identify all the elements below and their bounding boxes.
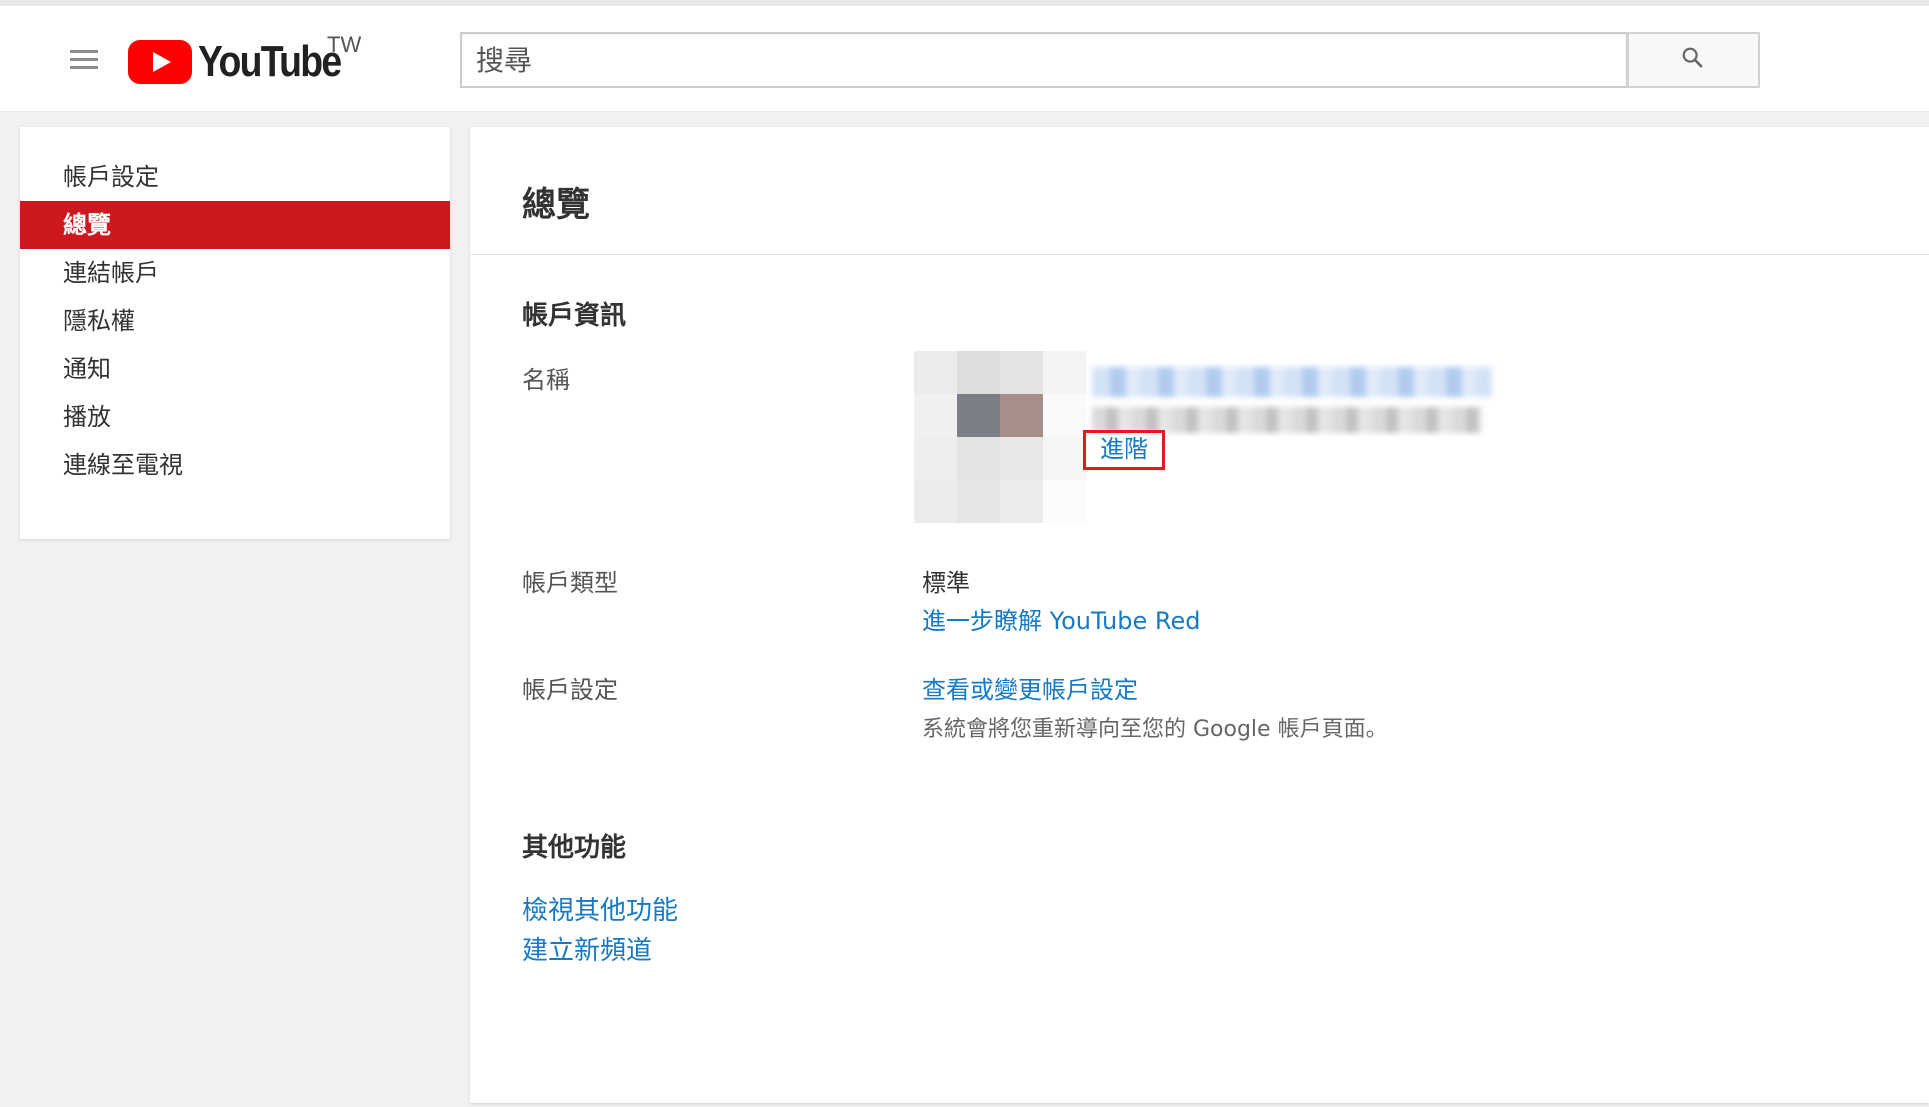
play-logo-icon (128, 40, 192, 84)
sidebar-item-overview[interactable]: 總覽 (20, 201, 450, 249)
name-label: 名稱 (522, 366, 570, 394)
account-name-redacted (1092, 367, 1492, 397)
search-icon (1682, 47, 1703, 68)
account-settings-label: 帳戶設定 (522, 676, 618, 704)
page-title: 總覽 (522, 185, 590, 225)
create-channel-link[interactable]: 建立新頻道 (522, 930, 652, 967)
logo-text: YouTube (198, 37, 342, 86)
sidebar-item-playback[interactable]: 播放 (20, 393, 450, 441)
sidebar-item-account-settings[interactable]: 帳戶設定 (20, 153, 450, 201)
search-button[interactable] (1627, 32, 1760, 88)
account-info-heading: 帳戶資訊 (522, 301, 627, 331)
masthead: YouTube TW (0, 0, 1929, 112)
title-divider (470, 254, 1929, 255)
search-box (460, 32, 1628, 88)
advanced-link[interactable]: 進階 (1100, 435, 1148, 463)
settings-redirect-note: 系統會將您重新導向至您的 Google 帳戶頁面。 (922, 717, 1388, 742)
avatar[interactable] (914, 351, 1086, 523)
menu-icon[interactable] (70, 50, 98, 70)
sidebar-item-connect-tv[interactable]: 連線至電視 (20, 441, 450, 489)
account-type-value: 標準 (922, 569, 970, 597)
settings-sidebar: 帳戶設定 總覽 連結帳戶 隱私權 通知 播放 連線至電視 (20, 127, 450, 539)
sidebar-item-connected-accounts[interactable]: 連結帳戶 (20, 249, 450, 297)
search-input[interactable] (462, 34, 1628, 86)
main-content: 總覽 帳戶資訊 名稱 進階 帳戶類型 標準 進一步瞭解 YouTube Red … (470, 127, 1929, 1103)
account-type-label: 帳戶類型 (522, 569, 618, 597)
sidebar-item-notifications[interactable]: 通知 (20, 345, 450, 393)
youtube-red-link[interactable]: 進一步瞭解 YouTube Red (922, 601, 1200, 636)
view-other-features-link[interactable]: 檢視其他功能 (522, 890, 678, 927)
account-settings-link[interactable]: 查看或變更帳戶設定 (922, 670, 1138, 705)
logo-region: TW (327, 32, 362, 57)
advanced-link-highlight: 進階 (1083, 430, 1165, 470)
sidebar-item-privacy[interactable]: 隱私權 (20, 297, 450, 345)
other-features-heading: 其他功能 (522, 833, 627, 863)
